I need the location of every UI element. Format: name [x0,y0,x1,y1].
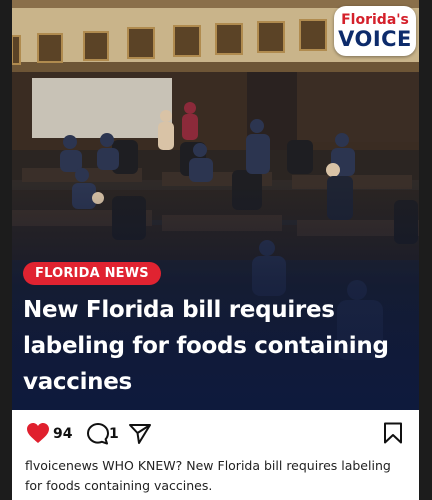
logo-text-top: Florida's [341,12,409,28]
like-count: 94 [53,426,73,442]
comment-icon[interactable] [86,422,110,450]
post-image[interactable]: Florida's VOICE FLORIDA NEWS New Florida… [12,0,419,410]
floridas-voice-logo: Florida's VOICE [334,6,416,56]
frame-edge-left [0,0,12,500]
post-action-bar: 94 1 [12,418,419,452]
category-badge: FLORIDA NEWS [23,262,161,285]
heart-icon[interactable] [26,422,50,448]
bookmark-icon[interactable] [383,422,403,448]
post-caption: flvoicenews WHO KNEW? New Florida bill r… [25,458,391,493]
social-post: Florida's VOICE FLORIDA NEWS New Florida… [12,0,419,500]
post-headline: New Florida bill requires labeling for f… [23,297,389,395]
frame-edge-right [419,0,432,500]
send-icon[interactable] [128,423,152,449]
logo-text-bottom: VOICE [338,27,412,51]
comment-count: 1 [109,426,119,442]
